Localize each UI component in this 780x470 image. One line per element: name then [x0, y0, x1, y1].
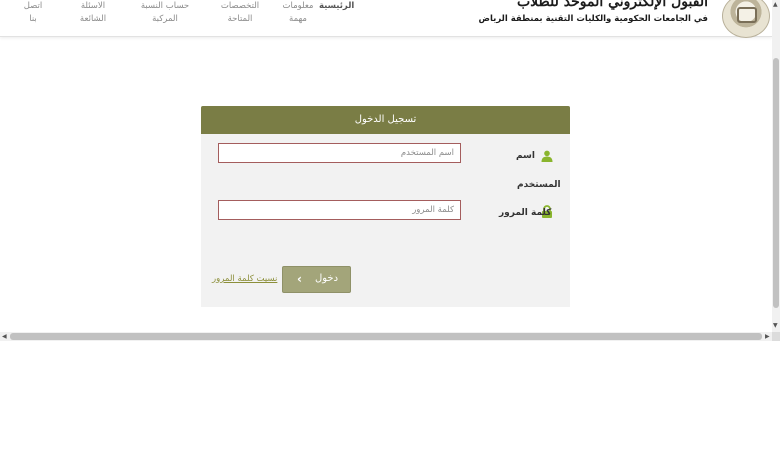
nav-item-important-info[interactable]: معلومات مهمة — [281, 0, 315, 26]
brand-title: القبول الإلكتروني الموحد للطلاب — [516, 0, 708, 10]
login-button[interactable]: › دخول — [282, 266, 351, 293]
brand-subtitle: في الجامعات الحكومية والكليات التقنية بم… — [478, 14, 708, 24]
vertical-scroll-thumb[interactable] — [773, 58, 779, 308]
nav-item-specializations[interactable]: التخصصات المتاحة — [218, 0, 262, 26]
user-icon — [541, 150, 553, 162]
scroll-right-icon[interactable]: ▶ — [765, 332, 770, 341]
horizontal-scroll-thumb[interactable] — [10, 333, 762, 340]
scroll-up-icon[interactable]: ▲ — [773, 1, 778, 8]
nav-item-home[interactable]: الرئيسية — [319, 0, 354, 13]
nav-item-composite-ratio[interactable]: حساب النسبة المركبة — [139, 0, 191, 26]
main-nav: الرئيسية معلومات مهمة التخصصات المتاحة ح… — [0, 0, 360, 36]
scroll-down-icon[interactable]: ▼ — [773, 322, 778, 329]
password-input[interactable] — [218, 200, 461, 220]
username-input[interactable] — [218, 143, 461, 163]
username-label-continued: المستخدم — [517, 180, 561, 190]
scroll-left-icon[interactable]: ◀ — [2, 332, 7, 341]
book-icon — [737, 7, 757, 23]
scrollbar-corner — [772, 332, 780, 341]
password-label: كلمة المرور — [499, 208, 552, 218]
login-card-title: تسجيل الدخول — [201, 106, 570, 134]
chevron-right-icon: › — [297, 272, 302, 286]
vertical-scrollbar[interactable]: ▲ ▼ — [772, 0, 780, 332]
nav-item-contact[interactable]: اتصل بنا — [22, 0, 44, 26]
site-logo[interactable] — [722, 0, 770, 38]
site-header: القبول الإلكتروني الموحد للطلاب في الجام… — [0, 0, 772, 38]
horizontal-scrollbar[interactable]: ◀ ▶ — [0, 332, 772, 341]
nav-item-faq[interactable]: الاسئلة الشائعة — [78, 0, 108, 26]
username-label: اسم — [516, 151, 535, 161]
forgot-password-link[interactable]: نسيت كلمة المرور — [212, 274, 277, 284]
login-button-label: دخول — [315, 273, 339, 284]
browser-viewport: القبول الإلكتروني الموحد للطلاب في الجام… — [0, 0, 780, 342]
